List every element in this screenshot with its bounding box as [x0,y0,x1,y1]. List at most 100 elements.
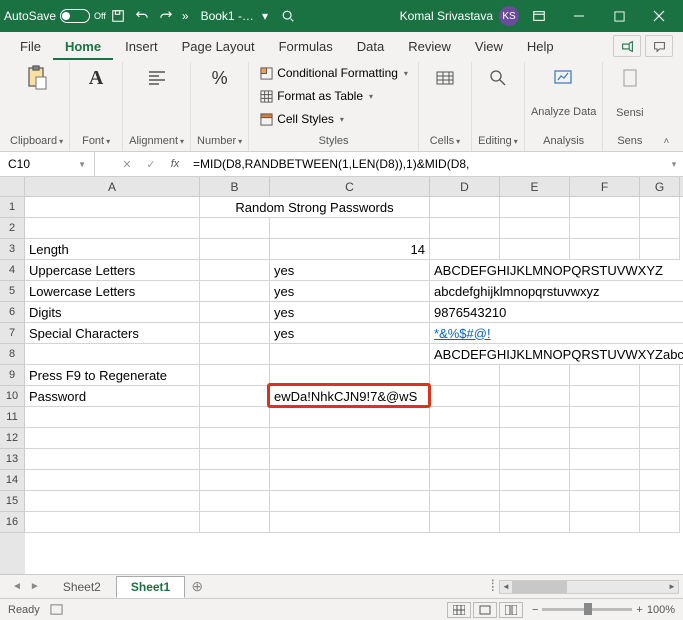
cell-a14[interactable] [25,470,200,491]
conditional-formatting-button[interactable]: Conditional Formatting ▾ [255,64,412,82]
cell-b6[interactable] [200,302,270,323]
cell-e1[interactable] [500,197,570,218]
enter-formula-icon[interactable]: ✓ [139,152,163,176]
row-header-11[interactable]: 11 [0,407,25,428]
analyze-data-icon[interactable] [550,64,578,92]
sheet-tab-sheet1[interactable]: Sheet1 [116,576,185,598]
cell-b15[interactable] [200,491,270,512]
cell-c13[interactable] [270,449,430,470]
row-header-12[interactable]: 12 [0,428,25,449]
alignment-icon[interactable] [143,64,171,92]
cell-c3[interactable]: 14 [270,239,430,260]
cell-g14[interactable] [640,470,680,491]
row-header-6[interactable]: 6 [0,302,25,323]
tab-help[interactable]: Help [515,35,566,60]
row-header-16[interactable]: 16 [0,512,25,533]
cell-f1[interactable] [570,197,640,218]
cell-b1[interactable]: Random Strong Passwords [200,197,430,218]
cell-d16[interactable] [430,512,500,533]
cell-f11[interactable] [570,407,640,428]
row-header-13[interactable]: 13 [0,449,25,470]
cell-f3[interactable] [570,239,640,260]
cell-c4[interactable]: yes [270,260,430,281]
cell-b2[interactable] [200,218,270,239]
editing-icon[interactable] [484,64,512,92]
cell-d6[interactable]: 9876543210 [430,302,683,323]
cell-b3[interactable] [200,239,270,260]
cell-f15[interactable] [570,491,640,512]
cell-g1[interactable] [640,197,680,218]
add-sheet-button[interactable]: ⊕ [185,578,209,595]
cell-g10[interactable] [640,386,680,407]
cell-g15[interactable] [640,491,680,512]
cell-g12[interactable] [640,428,680,449]
minimize-icon[interactable] [559,0,599,32]
cell-styles-button[interactable]: Cell Styles ▾ [255,110,412,128]
cell-b9[interactable] [200,365,270,386]
sheet-nav[interactable]: ◄► [4,581,48,592]
cell-a7[interactable]: Special Characters [25,323,200,344]
cell-g3[interactable] [640,239,680,260]
toggle-switch[interactable] [60,9,90,23]
name-box[interactable]: C10▼ [0,152,95,176]
zoom-in-button[interactable]: + [636,604,642,616]
cell-b13[interactable] [200,449,270,470]
tab-data[interactable]: Data [345,35,396,60]
column-header-c[interactable]: C [270,177,430,196]
cell-b16[interactable] [200,512,270,533]
sensitivity-icon[interactable] [616,64,644,92]
cell-d7[interactable]: *&%$#@! [430,323,683,344]
fx-icon[interactable]: fx [163,158,187,170]
cell-d2[interactable] [430,218,500,239]
redo-icon[interactable] [157,7,175,25]
cell-e9[interactable] [500,365,570,386]
cell-g9[interactable] [640,365,680,386]
row-header-14[interactable]: 14 [0,470,25,491]
search-icon[interactable] [279,7,297,25]
cell-d14[interactable] [430,470,500,491]
font-icon[interactable]: A [82,64,110,92]
cell-c2[interactable] [270,218,430,239]
cell-b5[interactable] [200,281,270,302]
cell-e15[interactable] [500,491,570,512]
cell-b14[interactable] [200,470,270,491]
cells-icon[interactable] [431,64,459,92]
row-header-3[interactable]: 3 [0,239,25,260]
qat-more[interactable]: » [182,9,189,23]
cell-d3[interactable] [430,239,500,260]
cell-c14[interactable] [270,470,430,491]
cell-e2[interactable] [500,218,570,239]
column-header-g[interactable]: G [640,177,680,196]
tab-formulas[interactable]: Formulas [267,35,345,60]
cell-a13[interactable] [25,449,200,470]
cell-b12[interactable] [200,428,270,449]
cell-c9[interactable] [270,365,430,386]
cell-d13[interactable] [430,449,500,470]
cell-b11[interactable] [200,407,270,428]
cells-area[interactable]: Random Strong PasswordsLength14Uppercase… [25,197,683,574]
accessibility-icon[interactable] [50,603,63,616]
row-header-7[interactable]: 7 [0,323,25,344]
cell-c6[interactable]: yes [270,302,430,323]
row-header-2[interactable]: 2 [0,218,25,239]
number-icon[interactable]: % [206,64,234,92]
row-header-4[interactable]: 4 [0,260,25,281]
cell-a10[interactable]: Password [25,386,200,407]
column-header-b[interactable]: B [200,177,270,196]
row-header-8[interactable]: 8 [0,344,25,365]
user-account[interactable]: Komal Srivastava KS [400,6,519,26]
cell-d5[interactable]: abcdefghijklmnopqrstuvwxyz [430,281,683,302]
cell-e3[interactable] [500,239,570,260]
cell-e14[interactable] [500,470,570,491]
cell-e12[interactable] [500,428,570,449]
cell-d15[interactable] [430,491,500,512]
tab-home[interactable]: Home [53,35,113,60]
cell-g16[interactable] [640,512,680,533]
cell-f16[interactable] [570,512,640,533]
cell-c7[interactable]: yes [270,323,430,344]
cell-d10[interactable] [430,386,500,407]
select-all-corner[interactable] [0,177,25,196]
cell-b4[interactable] [200,260,270,281]
formula-input[interactable] [187,152,665,176]
cell-c10[interactable]: ewDa!NhkCJN9!7&@wS [270,386,430,407]
